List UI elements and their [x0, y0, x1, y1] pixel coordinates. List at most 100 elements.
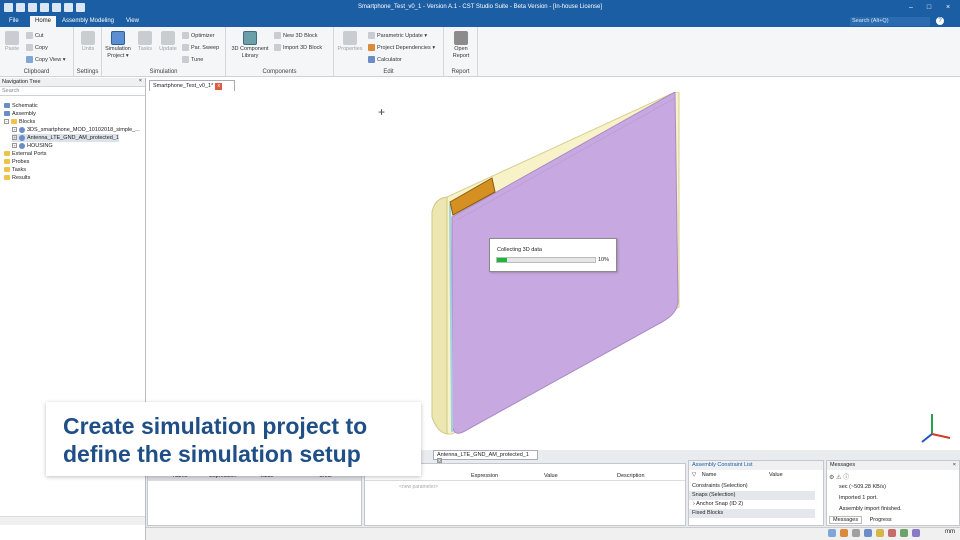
- parametric-update-label: Parametric Update: [377, 33, 423, 39]
- tree-item-assembly[interactable]: Assembly: [4, 110, 36, 118]
- tree-item-results[interactable]: Results: [4, 174, 30, 182]
- close-panel-icon[interactable]: ×: [139, 78, 142, 84]
- pan-icon[interactable]: [852, 529, 860, 537]
- expand-icon[interactable]: +: [12, 135, 17, 141]
- par-sweep-button[interactable]: Par. Sweep: [182, 43, 219, 53]
- info-icon[interactable]: ⓘ: [843, 475, 849, 481]
- tab-file[interactable]: File: [4, 16, 24, 27]
- close-tab-icon[interactable]: x: [215, 83, 223, 90]
- component-library-button[interactable]: 3D Component Library: [228, 31, 272, 60]
- tune-button[interactable]: Tune: [182, 55, 203, 65]
- properties-icon: [343, 31, 357, 45]
- expand-icon[interactable]: +: [12, 127, 17, 133]
- component-library-label-1: 3D Component: [231, 46, 269, 52]
- folder-icon: [4, 175, 10, 181]
- cut-button[interactable]: Cut: [26, 31, 44, 41]
- messages-panel: Messages × ⚙ ⚠ ⓘ sec (~509.28 KB/s) Impor…: [826, 460, 960, 526]
- light-icon[interactable]: [876, 529, 884, 537]
- constraint-row[interactable]: Snaps (Selection): [689, 491, 815, 500]
- report-icon: [454, 31, 468, 45]
- update-icon: [161, 31, 175, 45]
- tree-search-input[interactable]: Search: [0, 87, 145, 96]
- group-label-report: Report: [451, 69, 470, 75]
- constraint-row[interactable]: Fixed Blocks: [689, 509, 815, 518]
- tree-item-blocks[interactable]: − Blocks: [4, 118, 35, 126]
- tab-view[interactable]: View: [121, 16, 144, 27]
- constraint-row[interactable]: › Anchor Snap (ID 2): [689, 500, 815, 509]
- group-label-edit: Edit: [383, 69, 394, 75]
- group-edit: Properties Parametric Update ▾ Project D…: [334, 27, 444, 77]
- collapse-icon[interactable]: −: [4, 119, 9, 125]
- copy-view-button[interactable]: Copy View ▾: [26, 55, 66, 65]
- tree-item-external-ports[interactable]: External Ports: [4, 150, 47, 158]
- group-label-clipboard: Clipboard: [23, 69, 50, 75]
- navigation-tree-header: Navigation Tree ×: [0, 78, 145, 87]
- help-icon[interactable]: ?: [936, 17, 944, 25]
- rotate-icon[interactable]: [840, 529, 848, 537]
- parametric-update-button[interactable]: Parametric Update ▾: [368, 31, 427, 41]
- tree-item-block-antenna[interactable]: + Antenna_LTE_GND_AM_protected_1: [12, 134, 119, 142]
- tree-item-probes[interactable]: Probes: [4, 158, 29, 166]
- progress-dialog: Collecting 3D data 10%: [489, 238, 617, 272]
- paste-button[interactable]: Paste: [3, 31, 21, 53]
- open-report-button[interactable]: Open Report: [448, 31, 474, 60]
- minimize-icon[interactable]: –: [906, 3, 916, 12]
- expand-icon[interactable]: +: [12, 143, 17, 149]
- optimizer-button[interactable]: Optimizer: [182, 31, 215, 41]
- block-tab[interactable]: Antenna_LTE_GND_AM_protected_1 x: [433, 450, 538, 464]
- search-input[interactable]: Search (Alt+Q): [850, 17, 930, 26]
- new-3d-block-button[interactable]: New 3D Block: [274, 31, 318, 41]
- project-dependencies-button[interactable]: Project Dependencies ▾: [368, 43, 435, 53]
- tree-item-block-housing[interactable]: + HOUSING: [12, 142, 53, 150]
- tutorial-caption: Create simulation project to define the s…: [46, 402, 421, 476]
- tree-label: Schematic: [12, 103, 38, 109]
- tab-progress[interactable]: Progress: [864, 517, 898, 523]
- perspective-icon[interactable]: [912, 529, 920, 537]
- tab-assembly-modeling[interactable]: Assembly Modeling: [57, 16, 119, 27]
- caption-line-2: define the simulation setup: [63, 441, 361, 467]
- tasks-icon: [138, 31, 152, 45]
- maximize-icon[interactable]: □: [924, 3, 934, 12]
- tree-item-block-smartphone[interactable]: +3DS_smartphone_MOD_10102018_simple_...: [12, 126, 140, 134]
- new-parameter-row[interactable]: <new parameter>: [399, 484, 438, 490]
- progress-message: Collecting 3D data: [497, 247, 542, 253]
- warning-icon[interactable]: ⚠: [836, 475, 841, 481]
- tasks-button[interactable]: Tasks: [136, 31, 154, 53]
- tab-home[interactable]: Home: [30, 16, 57, 27]
- calculator-icon: [368, 56, 375, 64]
- optimizer-icon: [182, 32, 189, 40]
- close-messages-icon[interactable]: ×: [953, 462, 956, 468]
- constraint-row[interactable]: Constraints (Selection): [689, 482, 815, 491]
- folder-icon: [4, 167, 10, 173]
- constraint-list-header: ▽ Name Value: [689, 471, 815, 480]
- import-3d-block-button[interactable]: Import 3D Block: [274, 43, 322, 53]
- properties-label: Properties: [337, 46, 363, 52]
- zoom-icon[interactable]: [864, 529, 872, 537]
- settings-icon[interactable]: ⚙: [829, 475, 834, 481]
- grid-icon[interactable]: [900, 529, 908, 537]
- simulation-project-button[interactable]: Simulation Project ▾: [103, 31, 133, 60]
- tree-label: Antenna_LTE_GND_AM_protected_1: [27, 135, 119, 141]
- fit-view-icon[interactable]: [828, 529, 836, 537]
- properties-button[interactable]: Properties: [336, 31, 364, 53]
- close-icon[interactable]: ×: [943, 3, 953, 12]
- calculator-button[interactable]: Calculator: [368, 55, 402, 65]
- units-button[interactable]: Units: [78, 31, 98, 53]
- update-button[interactable]: Update: [157, 31, 179, 53]
- window-title: Smartphone_Test_v0_1 - Version A.1 - CST…: [357, 4, 603, 10]
- import-block-label: Import 3D Block: [283, 45, 323, 51]
- col-name: Name: [701, 472, 717, 478]
- units-indicator: mm: [945, 529, 955, 535]
- tune-label: Tune: [191, 57, 204, 63]
- document-tab[interactable]: Smartphone_Test_v0_1* x: [149, 80, 235, 91]
- cut-icon: [26, 32, 33, 40]
- tree-horizontal-scrollbar[interactable]: [0, 516, 145, 525]
- tree-item-schematic[interactable]: Schematic: [4, 102, 38, 110]
- tab-messages[interactable]: Messages: [829, 516, 863, 524]
- view-options-icon[interactable]: [888, 529, 896, 537]
- project-dependencies-icon: [368, 44, 375, 52]
- tree-item-tasks[interactable]: Tasks: [4, 166, 26, 174]
- copy-button[interactable]: Copy: [26, 43, 48, 53]
- filter-icon[interactable]: ▽: [692, 472, 696, 478]
- new-block-icon: [274, 32, 281, 40]
